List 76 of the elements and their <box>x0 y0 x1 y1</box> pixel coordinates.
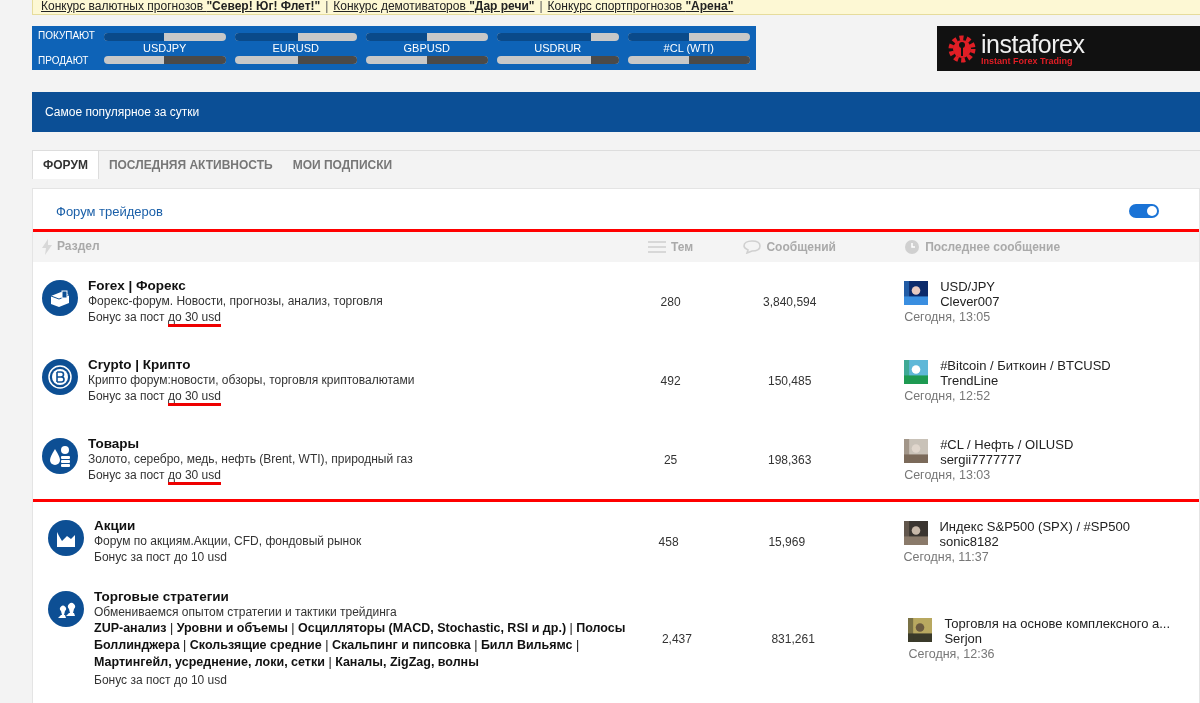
lightning-icon <box>42 239 52 255</box>
logo-tagline: Instant Forex Trading <box>981 55 1074 66</box>
bonus-text: Бонус за пост до 30 usd <box>88 466 413 484</box>
money-stack-icon <box>42 279 78 316</box>
post-count: 3,840,594 <box>762 294 818 309</box>
username-link[interactable]: sergii7777777 <box>940 451 1074 467</box>
bonus-text: Бонус за пост до 10 usd <box>94 548 228 566</box>
gear-icon <box>947 33 977 64</box>
forum-title-link[interactable]: Crypto | Крипто <box>88 356 415 372</box>
lines-icon <box>648 241 666 253</box>
section-title-link[interactable]: Форум трейдеров <box>56 203 163 219</box>
username-link[interactable]: TrendLine <box>940 372 1111 388</box>
post-count: 831,261 <box>770 632 816 646</box>
post-time: Сегодня, 11:37 <box>903 548 990 565</box>
tab[interactable]: ФОРУМ <box>33 151 99 179</box>
topic-count: 458 <box>657 534 680 549</box>
post-time: Сегодня, 13:05 <box>904 308 992 325</box>
contest-link[interactable]: Конкурс спортпрогнозов "Арена" <box>547 0 734 13</box>
thread-link[interactable]: USD/JPY <box>940 278 1000 294</box>
username-link[interactable]: sonic8182 <box>939 533 1130 549</box>
pair-name[interactable]: USDRUR <box>534 41 582 55</box>
separator: | <box>325 0 329 13</box>
column-header: Последнее сообщение <box>925 240 1061 254</box>
thread-link[interactable]: Торговля на основе комплексного а... <box>944 616 1171 631</box>
pair-name[interactable]: EURUSD <box>272 41 319 55</box>
pair-name[interactable]: USDJPY <box>143 41 187 55</box>
bonus-text: Бонус за пост до 30 usd <box>88 387 415 405</box>
forum-description: Крипто форум:новости, обзоры, торговля криптовалютами <box>88 372 415 387</box>
topic-count: 280 <box>659 294 682 309</box>
post-time: Сегодня, 12:36 <box>908 646 996 662</box>
forum-description: Форум по акциям.Акции, CFD, фондовый рынок <box>94 533 362 548</box>
buy-label: ПОКУПАЮТ <box>38 30 95 41</box>
column-header: Раздел <box>57 239 100 253</box>
thread-link[interactable]: #CL / Нефть / OILUSD <box>940 436 1074 452</box>
post-time: Сегодня, 12:52 <box>904 387 992 404</box>
forum-title-link[interactable]: Торговые стратегии <box>94 589 654 604</box>
post-count: 15,969 <box>767 534 807 549</box>
separator: | <box>539 0 543 13</box>
thread-link[interactable]: Индекс S&P500 (SPX) / #SP500 <box>939 518 1130 534</box>
forum-description: Форекс-форум. Новости, прогнозы, анализ, торговля <box>88 293 383 308</box>
chess-pieces-icon <box>48 591 84 627</box>
chart-icon <box>48 519 84 556</box>
post-count: 198,363 <box>767 452 813 467</box>
pair-name[interactable]: #CL (WTI) <box>663 41 714 55</box>
forum-title-link[interactable]: Forex | Форекс <box>88 277 383 293</box>
clock-icon <box>904 239 921 255</box>
username-link[interactable]: Serjon <box>944 631 1171 646</box>
bitcoin-icon <box>42 358 78 395</box>
drop-coins-icon <box>42 437 78 474</box>
topic-count: 25 <box>662 452 679 467</box>
toggle-switch[interactable] <box>1129 204 1159 218</box>
forum-description: Золото, серебро, медь, нефть (Brent, WTI), природный газ <box>88 451 413 466</box>
thread-link[interactable]: #Bitcoin / Биткоин / BTCUSD <box>940 357 1111 373</box>
column-header: Тем <box>671 240 694 254</box>
logo-text: instaforex <box>981 31 1085 56</box>
forum-title-link[interactable]: Акции <box>94 517 362 533</box>
speech-bubble-icon <box>743 240 762 254</box>
forum-description: Обмениваемся опытом стратегии и тактики трейдинга <box>94 605 398 619</box>
subforum-links[interactable]: ZUP-анализ | Уровни и объемы | Осцилляторы (MACD, Stochastic, RSI и др.) | Полосы Боллинджера | Скользящие средние | Скальпинг и пипсовка | Билл Вильямс | Мартингейл, усреднение, локи, сетки | Каналы, ZigZag, волны <box>94 620 654 671</box>
topic-count: 492 <box>659 373 682 388</box>
topic-count: 2,437 <box>660 632 693 646</box>
forum-title-link[interactable]: Товары <box>88 435 413 451</box>
post-count: 150,485 <box>767 373 813 388</box>
sell-label: ПРОДАЮТ <box>38 55 90 66</box>
post-time: Сегодня, 13:03 <box>904 467 992 483</box>
bonus-text: Бонус за пост до 10 usd <box>94 672 228 689</box>
bonus-text: Бонус за пост до 30 usd <box>88 308 383 326</box>
column-header: Сообщений <box>766 240 836 254</box>
pair-name[interactable]: GBPUSD <box>403 41 450 55</box>
username-link[interactable]: Clever007 <box>940 293 1000 309</box>
banner-title: Самое популярное за сутки <box>45 105 200 119</box>
tab[interactable]: МОИ ПОДПИСКИ <box>282 151 403 179</box>
logo[interactable]: instaforex Instant Forex Trading <box>937 26 1200 71</box>
contest-link[interactable]: Конкурс валютных прогнозов "Север! Юг! Флет!" <box>41 0 321 13</box>
contest-link[interactable]: Конкурс демотиваторов "Дар речи" <box>333 0 535 13</box>
tab[interactable]: ПОСЛЕДНЯЯ АКТИВНОСТЬ <box>98 151 283 179</box>
